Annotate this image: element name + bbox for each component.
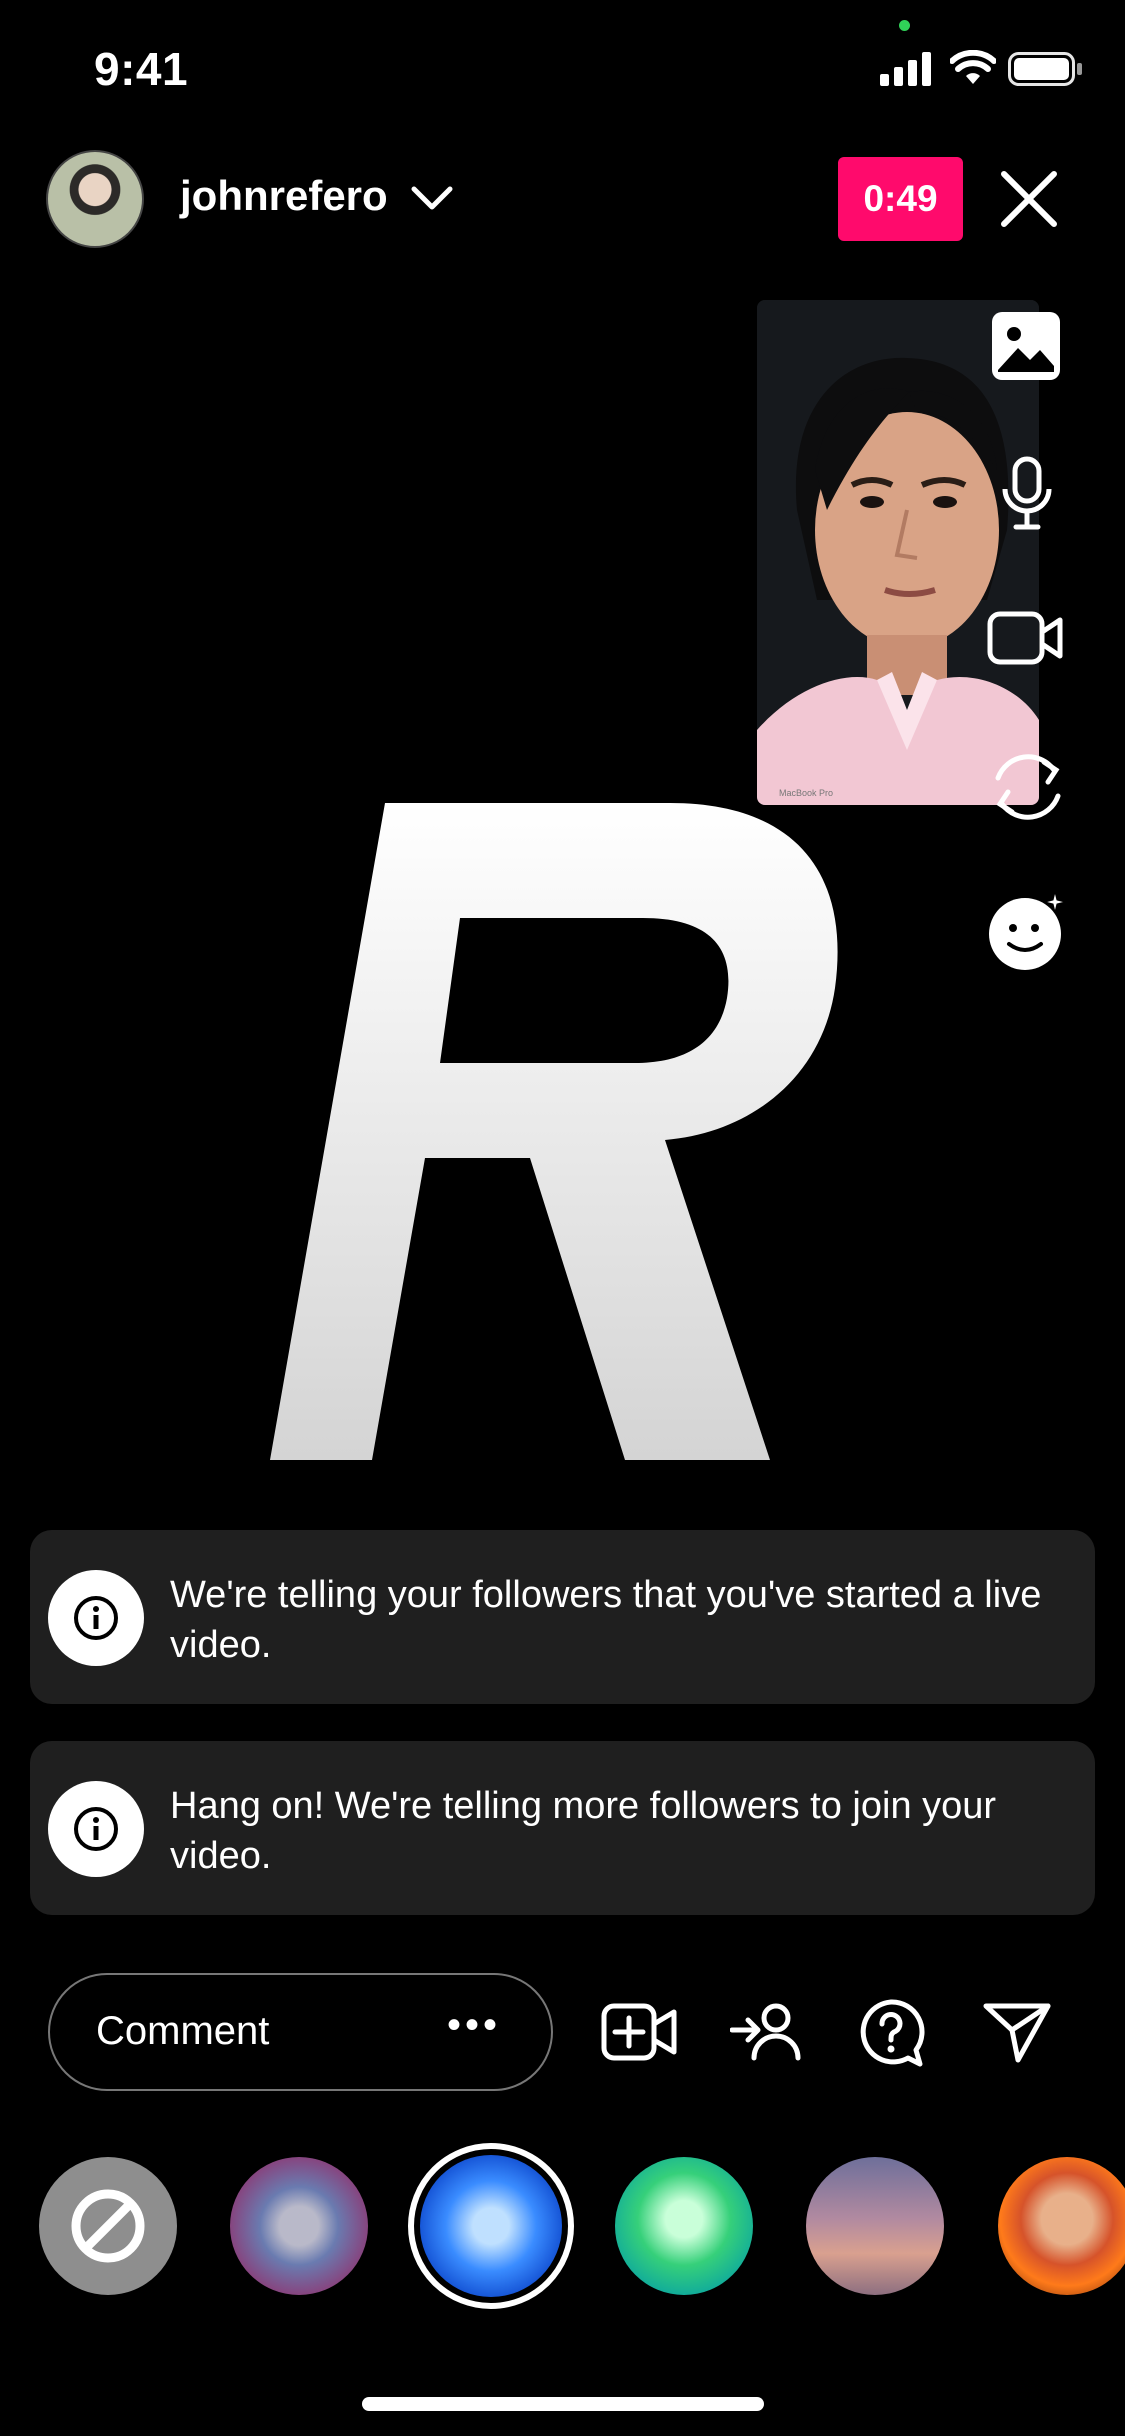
filter-dots-green[interactable] [615, 2157, 753, 2295]
chevron-down-icon[interactable] [410, 185, 454, 213]
logo-letter-r-graphic [270, 803, 838, 1460]
wifi-icon [950, 50, 996, 84]
banner-text: We're telling your followers that you've… [170, 1574, 1042, 1666]
account-username[interactable]: johnrefero [180, 172, 388, 220]
filter-dots-purple[interactable] [230, 2157, 368, 2295]
effects-icon[interactable] [985, 890, 1067, 972]
info-icon [74, 1807, 118, 1851]
info-icon-badge [48, 1570, 144, 1666]
video-camera-icon[interactable] [986, 608, 1066, 668]
info-icon [74, 1596, 118, 1640]
question-icon[interactable] [856, 1998, 926, 2068]
filter-sunset[interactable] [806, 2157, 944, 2295]
close-icon[interactable] [1000, 170, 1058, 228]
flip-camera-icon[interactable] [990, 748, 1066, 824]
filter-dots-blue[interactable] [420, 2155, 562, 2297]
live-timer-badge: 0:49 [838, 157, 963, 241]
comment-input[interactable]: Comment ••• [48, 1973, 553, 2091]
info-banner: Hang on! We're telling more followers to… [30, 1741, 1095, 1915]
comment-placeholder: Comment [96, 2009, 270, 2053]
filter-fire[interactable] [998, 2157, 1125, 2295]
battery-icon [1008, 52, 1082, 86]
cellular-signal-icon [880, 52, 931, 86]
send-icon[interactable] [982, 2000, 1052, 2064]
filter-none[interactable] [39, 2157, 177, 2295]
info-icon-badge [48, 1781, 144, 1877]
gallery-icon[interactable] [990, 310, 1062, 382]
home-indicator[interactable] [362, 2397, 764, 2411]
camera-in-use-indicator [899, 20, 910, 31]
banner-text: Hang on! We're telling more followers to… [170, 1785, 997, 1877]
info-banner: We're telling your followers that you've… [30, 1530, 1095, 1704]
invite-icon[interactable] [730, 2000, 802, 2064]
microphone-icon[interactable] [1000, 455, 1054, 531]
block-icon [71, 2189, 145, 2263]
status-time: 9:41 [94, 43, 189, 95]
avatar[interactable] [46, 150, 144, 248]
more-options-button[interactable]: ••• [447, 2003, 501, 2048]
add-guest-icon[interactable] [600, 2000, 678, 2064]
